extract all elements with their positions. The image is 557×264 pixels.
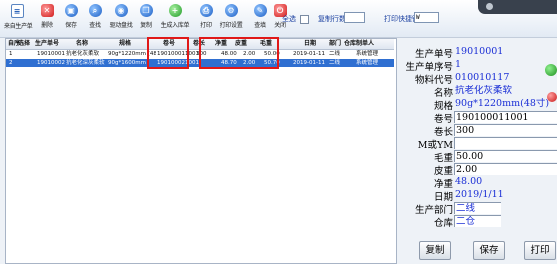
delete-button[interactable]: ✕ 删除 — [34, 2, 60, 35]
gross-weight-input[interactable]: 50.00 — [454, 150, 557, 162]
roll-length-label: 卷长 — [433, 127, 453, 138]
col-date[interactable]: 日期 — [304, 39, 316, 49]
spec-value: 90g*1220mm(48寸) — [455, 98, 550, 109]
select-all-checkbox[interactable] — [300, 14, 310, 24]
order-no-value: 19010001 — [455, 46, 504, 57]
col-spec[interactable]: 规格 — [119, 39, 131, 49]
search-icon: ⌕ — [88, 4, 102, 17]
order-seq-label: 生产单序号 — [405, 62, 453, 73]
gross-weight-label: 毛重 — [433, 153, 453, 164]
col-warehouse[interactable]: 仓库 — [344, 39, 356, 49]
col-name[interactable]: 名称 — [76, 39, 88, 49]
print-icon: ⎙ — [199, 4, 213, 17]
material-code-value: 010010117 — [455, 72, 510, 83]
name-value: 抗老化灰柔软 — [455, 85, 513, 96]
save-icon: ▣ — [64, 4, 78, 17]
department-label: 生产部门 — [414, 205, 453, 216]
date-value: 2019/1/11 — [455, 189, 504, 200]
delete-icon: ✕ — [40, 4, 54, 17]
storage-icon: + — [168, 4, 182, 17]
save-toolbar-button[interactable]: ▣ 保存 — [58, 2, 84, 35]
roll-no-input[interactable]: 190100011001 — [454, 111, 557, 123]
search-button[interactable]: ⌕ 查找 — [82, 2, 108, 35]
copy-icon: ❐ — [139, 4, 153, 17]
copy-button[interactable]: 复制 — [419, 241, 451, 260]
window-control-strip — [478, 0, 557, 14]
roll-length-input[interactable]: 300 — [454, 124, 557, 136]
tare-weight-label: 皮重 — [433, 166, 453, 177]
copy-toolbar-button[interactable]: ❐ 复制 — [133, 2, 159, 35]
net-weight-value: 48.00 — [455, 176, 483, 187]
print-shortcut-input[interactable]: W — [414, 12, 439, 23]
window-dot-icon — [486, 3, 493, 10]
warehouse-label: 仓库 — [433, 218, 453, 229]
save-button[interactable]: 保存 — [473, 241, 505, 260]
warehouse-input[interactable]: 二仓 — [454, 215, 501, 227]
material-code-label: 物料代号 — [414, 75, 453, 86]
print-settings-button[interactable]: ⚙ 打印设置 — [216, 2, 246, 35]
detail-panel: 生产单号 19010001 生产单序号 1 物料代号 010010117 名称 … — [397, 38, 557, 262]
select-all: 全选 — [282, 14, 310, 24]
unit-label: M或YM — [417, 140, 453, 151]
department-input[interactable]: 二线 — [454, 202, 501, 214]
col-select[interactable]: 选择 — [18, 39, 30, 49]
doc-icon: ≡ — [10, 4, 24, 18]
generate-storage-button[interactable]: + 生成入库单 — [158, 2, 192, 35]
from-order-button[interactable]: ≡ 来自生产单 — [4, 2, 33, 35]
col-dept[interactable]: 部门 — [329, 39, 341, 49]
print-settings-icon: ⚙ — [224, 4, 238, 17]
net-weight-label: 净重 — [433, 179, 453, 190]
col-maker[interactable]: 制单人 — [356, 39, 374, 49]
select-all-label: 全选 — [282, 15, 296, 23]
drive-icon: ◉ — [114, 4, 128, 17]
red-ball-icon — [547, 92, 557, 102]
date-label: 日期 — [433, 192, 453, 203]
weight-highlight — [199, 37, 279, 69]
tare-weight-input[interactable]: 2.00 — [454, 163, 557, 175]
record-grid: 自序 选择 生产单号 名称 规格 卷号 卷长 净重 皮重 毛重 日期 部门 仓库… — [5, 37, 397, 264]
print-button[interactable]: 打印 — [524, 241, 556, 260]
roll-no-label: 卷号 — [433, 114, 453, 125]
col-order-no[interactable]: 生产单号 — [35, 39, 59, 49]
order-seq-value: 1 — [455, 59, 462, 70]
roll-no-highlight — [147, 37, 189, 69]
order-no-label: 生产单号 — [414, 49, 453, 60]
drive-search-button[interactable]: ◉ 驱动盘找 — [108, 2, 134, 35]
copy-count-input[interactable] — [344, 12, 365, 23]
spec-label: 规格 — [433, 101, 453, 112]
unit-input[interactable] — [454, 137, 557, 149]
fill-icon: ✎ — [253, 4, 267, 17]
toolbar: ≡ 来自生产单 ✕ 删除 ▣ 保存 ⌕ 查找 ◉ 驱动盘找 ❐ 复制 + 生成入… — [0, 0, 557, 38]
green-ball-icon — [545, 64, 557, 76]
name-label: 名称 — [433, 88, 453, 99]
